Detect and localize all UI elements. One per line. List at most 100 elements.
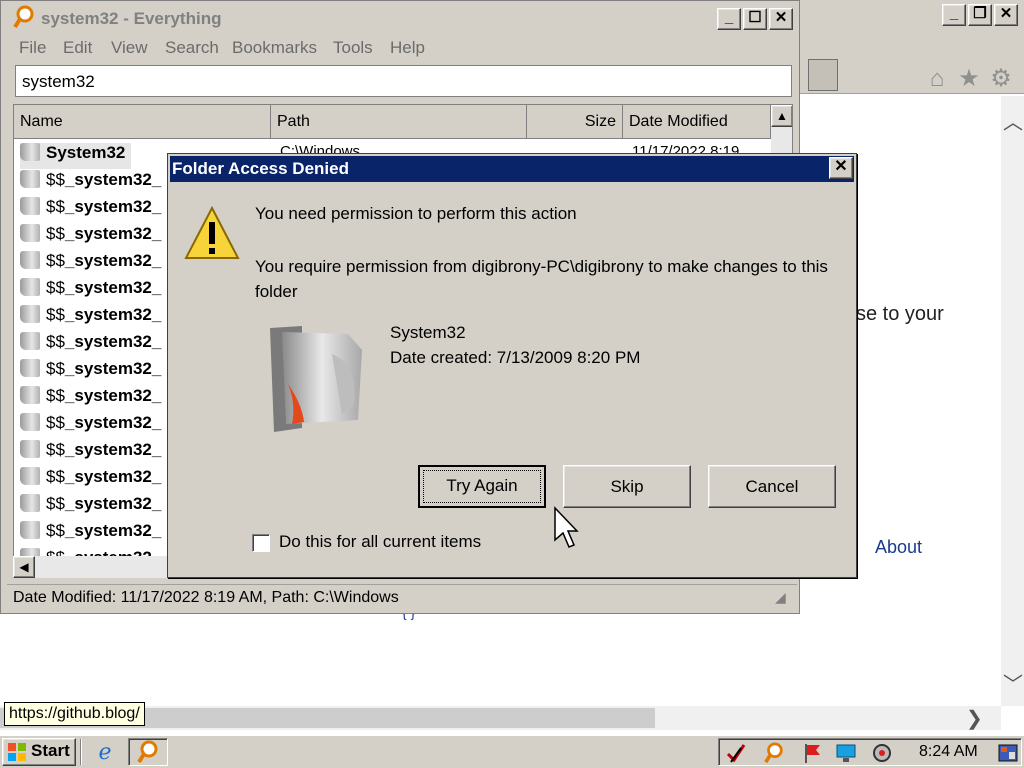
favorites-star-icon[interactable]: ★ <box>956 66 982 92</box>
apply-to-all-checkbox[interactable] <box>252 534 270 552</box>
link-status-tooltip: https://github.blog/ <box>4 702 145 726</box>
browser-maximize-button[interactable]: ❐ <box>968 4 992 26</box>
flag-icon[interactable] <box>801 742 823 764</box>
list-item[interactable]: $$_system32_ <box>20 440 161 466</box>
taskbar: Start ℯ 8:24 AM <box>0 735 1024 768</box>
maximize-button[interactable]: ☐ <box>743 8 767 30</box>
column-header-date-modified[interactable]: Date Modified <box>623 105 771 139</box>
clock: 8:24 AM <box>919 743 978 760</box>
folder-icon <box>20 143 40 161</box>
menu-tools[interactable]: Tools <box>333 38 373 58</box>
results-horizontal-scrollbar[interactable]: ◀ <box>13 556 167 578</box>
column-header-path[interactable]: Path <box>271 105 527 139</box>
menu-file[interactable]: File <box>19 38 46 58</box>
dialog-heading: You need permission to perform this acti… <box>255 204 577 223</box>
everything-taskbar-button[interactable] <box>128 738 168 766</box>
try-again-button[interactable]: Try Again <box>418 465 546 508</box>
list-item[interactable]: $$_system32_ <box>20 494 161 520</box>
list-item[interactable]: $$_system32_ <box>20 521 161 547</box>
folder-icon <box>20 224 40 242</box>
column-header-size[interactable]: Size <box>527 105 623 139</box>
folder-icon <box>20 359 40 377</box>
menu-help[interactable]: Help <box>390 38 425 58</box>
list-item[interactable]: $$_system32_ <box>20 305 161 331</box>
cancel-button[interactable]: Cancel <box>708 465 836 508</box>
home-icon[interactable]: ⌂ <box>924 66 950 92</box>
show-desktop-icon[interactable] <box>997 742 1019 764</box>
magnifier-tray-icon[interactable] <box>763 742 785 764</box>
folder-name: System32 <box>390 323 466 342</box>
internet-explorer-icon[interactable]: ℯ <box>88 738 122 766</box>
list-item[interactable]: $$_system32_ <box>20 170 161 196</box>
everything-titlebar: system32 - Everything _ ☐ ✕ <box>1 1 799 35</box>
page-text-fragment: se to your <box>856 303 944 325</box>
folder-icon <box>20 413 40 431</box>
list-item[interactable]: $$_system32_ <box>20 197 161 223</box>
list-item[interactable]: $$_system32_ <box>20 278 161 304</box>
settings-gear-icon[interactable]: ⚙ <box>988 66 1014 92</box>
folder-icon <box>20 197 40 215</box>
browser-vertical-scrollbar[interactable]: ︿ ﹀ <box>1001 96 1024 706</box>
start-button[interactable]: Start <box>2 738 76 766</box>
dialog-message: You require permission from digibrony-PC… <box>255 257 828 301</box>
status-bar: Date Modified: 11/17/2022 8:19 AM, Path:… <box>7 584 797 612</box>
speaker-volume-icon[interactable] <box>871 742 893 764</box>
folder-access-denied-dialog: Folder Access Denied ✕ You need permissi… <box>167 153 857 578</box>
chevron-up-icon[interactable]: ︿ <box>1003 106 1023 135</box>
browser-close-button[interactable]: ✕ <box>994 4 1018 26</box>
folder-icon <box>270 326 362 432</box>
menu-bookmarks[interactable]: Bookmarks <box>232 38 317 58</box>
about-link[interactable]: About <box>875 537 922 558</box>
browser-minimize-button[interactable]: _ <box>942 4 966 26</box>
folder-icon <box>20 521 40 539</box>
menu-bar: File Edit View Search Bookmarks Tools He… <box>1 35 799 61</box>
mouse-pointer-icon <box>554 506 579 548</box>
minimize-button[interactable]: _ <box>717 8 741 30</box>
resize-grip-icon[interactable]: ◢ <box>775 589 786 606</box>
chevron-right-icon[interactable]: ❯ <box>966 706 983 731</box>
dialog-titlebar: Folder Access Denied ✕ <box>170 156 854 182</box>
magnifier-icon <box>13 5 34 29</box>
system-tray: 8:24 AM <box>718 738 1022 766</box>
dialog-close-button[interactable]: ✕ <box>829 157 853 179</box>
warning-icon <box>184 206 240 259</box>
menu-edit[interactable]: Edit <box>63 38 92 58</box>
taskbar-separator <box>80 739 82 765</box>
browser-horizontal-scrollbar[interactable]: ❯ <box>0 706 1001 730</box>
chevron-down-icon[interactable]: ﹀ <box>1003 668 1023 697</box>
folder-date-created: Date created: 7/13/2009 8:20 PM <box>390 348 641 367</box>
list-item[interactable]: $$_system32_ <box>20 251 161 277</box>
list-item[interactable]: $$_system32_ <box>20 386 161 412</box>
folder-icon <box>20 305 40 323</box>
scroll-up-arrow-icon[interactable]: ▲ <box>771 105 792 127</box>
folder-icon <box>20 278 40 296</box>
window-title: system32 - Everything <box>41 9 222 28</box>
folder-icon <box>20 332 40 350</box>
search-input[interactable]: system32 <box>15 65 792 97</box>
list-item[interactable]: $$_system32_ <box>20 332 161 358</box>
list-item[interactable]: $$_system32_ <box>20 413 161 439</box>
folder-icon <box>20 386 40 404</box>
folder-icon <box>20 251 40 269</box>
browser-tab-button[interactable] <box>808 59 838 91</box>
folder-icon <box>20 494 40 512</box>
scroll-left-arrow-icon[interactable]: ◀ <box>13 556 35 578</box>
list-item[interactable]: $$_system32_ <box>20 467 161 493</box>
list-item[interactable]: $$_system32_ <box>20 224 161 250</box>
folder-icon <box>20 440 40 458</box>
folder-icon <box>20 467 40 485</box>
magnifier-icon <box>137 740 158 764</box>
apply-to-all-label[interactable]: Do this for all current items <box>279 532 481 552</box>
column-header-name[interactable]: Name <box>14 105 271 139</box>
skip-button[interactable]: Skip <box>563 465 691 508</box>
list-item-selected[interactable]: System32 <box>20 143 132 169</box>
folder-icon <box>20 170 40 188</box>
monitor-network-icon[interactable] <box>835 742 857 764</box>
windows-logo-icon <box>8 743 26 761</box>
menu-view[interactable]: View <box>111 38 148 58</box>
menu-search[interactable]: Search <box>165 38 219 58</box>
checkmark-tray-icon[interactable] <box>725 742 747 764</box>
close-button[interactable]: ✕ <box>769 8 793 30</box>
list-item[interactable]: $$_system32_ <box>20 359 161 385</box>
dialog-title: Folder Access Denied <box>172 159 349 178</box>
